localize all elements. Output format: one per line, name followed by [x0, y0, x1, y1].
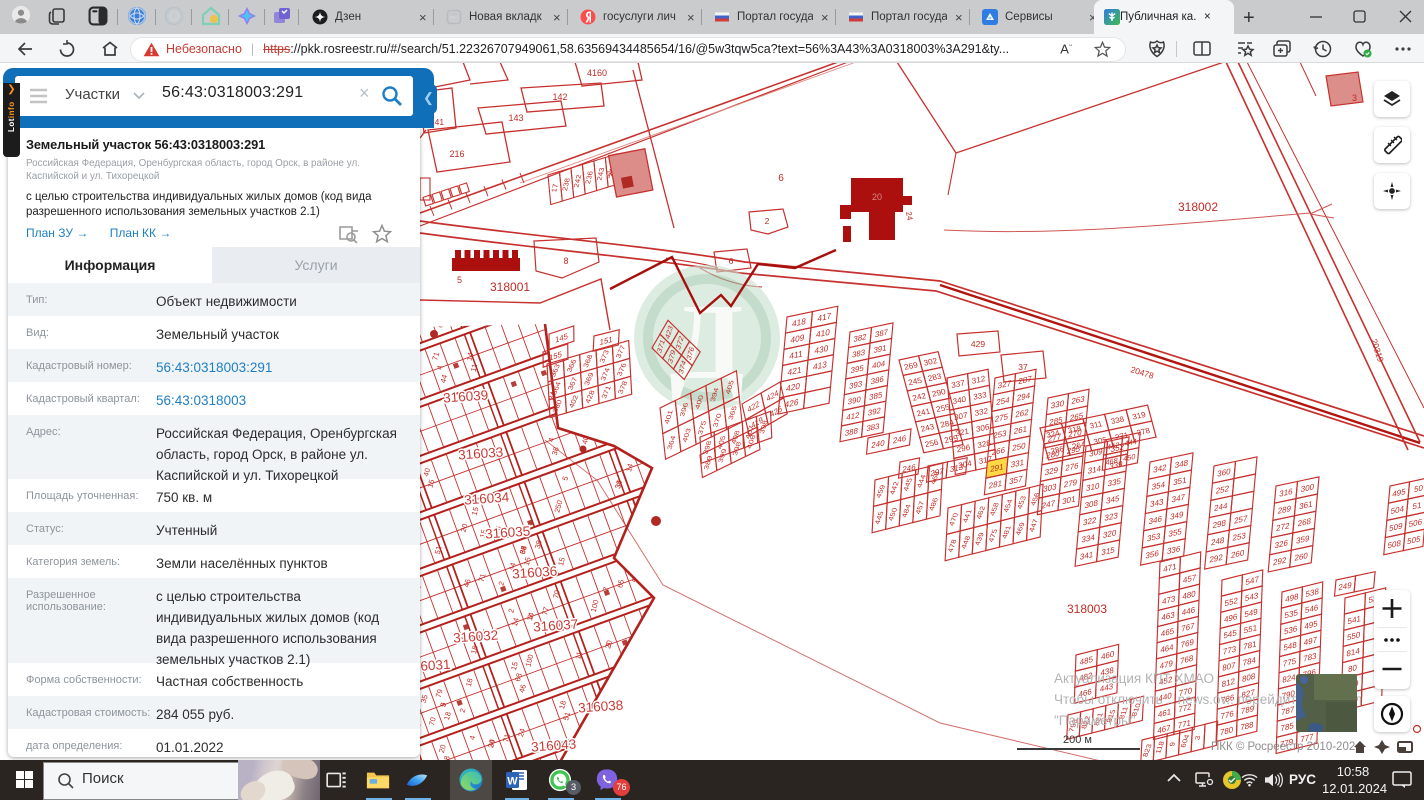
svg-text:8: 8	[563, 256, 568, 266]
svg-text:318002: 318002	[1178, 200, 1218, 214]
svg-text:429: 429	[971, 339, 985, 349]
svg-text:316038: 316038	[578, 697, 624, 715]
svg-text:216: 216	[449, 149, 464, 159]
svg-text:318003: 318003	[1067, 602, 1107, 616]
svg-text:6: 6	[778, 173, 784, 184]
svg-text:142: 142	[552, 92, 567, 102]
svg-text:4160: 4160	[587, 68, 607, 78]
svg-text:20: 20	[872, 192, 882, 202]
svg-text:6: 6	[729, 256, 734, 266]
svg-text:2: 2	[765, 216, 770, 226]
svg-text:W: W	[507, 776, 518, 788]
svg-text:7: 7	[607, 170, 612, 180]
svg-text:316034: 316034	[464, 489, 510, 507]
svg-text:143: 143	[508, 113, 523, 123]
svg-text:316035: 316035	[485, 523, 531, 541]
svg-text:316039: 316039	[443, 387, 489, 405]
svg-text:37: 37	[1018, 362, 1028, 372]
svg-text:316037: 316037	[533, 616, 579, 634]
svg-text:3: 3	[1352, 93, 1357, 103]
svg-text:316033: 316033	[458, 444, 504, 462]
svg-text:316032: 316032	[453, 627, 499, 645]
svg-text:316036: 316036	[512, 563, 558, 581]
svg-text:316043: 316043	[531, 736, 577, 754]
svg-text:5: 5	[457, 275, 462, 285]
svg-text:318001: 318001	[490, 280, 530, 294]
